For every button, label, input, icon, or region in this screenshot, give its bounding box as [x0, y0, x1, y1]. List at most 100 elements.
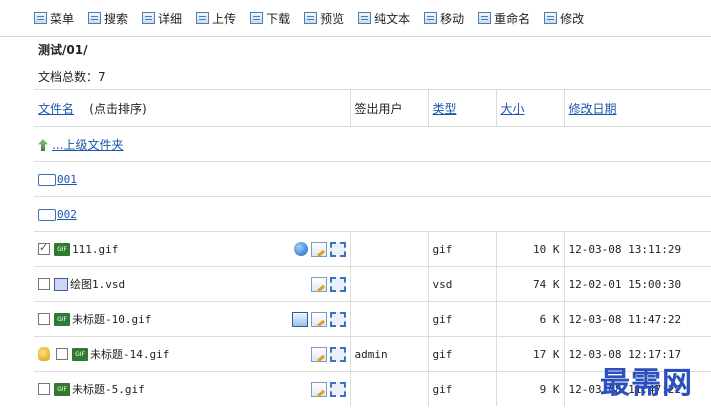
toolbar-button-label: 纯文本 — [374, 11, 411, 26]
file-name[interactable]: 绘图1.vsd — [70, 276, 125, 292]
modified-column-header: 修改日期 — [564, 89, 711, 127]
toolbar-button-label: 移动 — [440, 11, 465, 26]
search-icon — [88, 12, 102, 24]
toolbar-button-label: 详细 — [158, 11, 183, 26]
toolbar-button-label: 上传 — [212, 11, 237, 26]
sort-by-date-link[interactable]: 修改日期 — [569, 102, 617, 116]
file-select-checkbox[interactable] — [38, 241, 50, 255]
file-type: vsd — [428, 266, 497, 302]
folder-icon — [38, 173, 56, 186]
modified-date: 12-02-01 15:00:30 — [564, 266, 711, 302]
file-type: gif — [428, 231, 497, 267]
file-type: gif — [428, 336, 497, 372]
gif-file-icon: GIF — [54, 312, 70, 326]
watermark: 最需网 — [600, 366, 693, 401]
file-name[interactable]: 111.gif — [72, 243, 118, 256]
modified-date: 12-03-08 11:47:22 — [564, 301, 711, 337]
checkout-user — [350, 266, 429, 302]
file-row: GIF 未标题-10.gif gif 6 K 12-03-08 11:47:22 — [34, 301, 711, 337]
menu-icon — [34, 12, 47, 24]
edit-file-icon[interactable] — [310, 311, 327, 327]
toolbar-menu-button[interactable]: 菜单 — [34, 10, 74, 27]
file-row: 绘图1.vsd vsd 74 K 12-02-01 15:00:30 — [34, 266, 711, 302]
table-header: 文件名 (点击排序) 签出用户 类型 大小 修改日期 — [34, 89, 711, 127]
toolbar-button-label: 菜单 — [50, 11, 75, 26]
rename-icon — [478, 12, 492, 24]
folder-link[interactable]: 002 — [57, 208, 77, 221]
toolbar: 菜单 搜索 详细 上传 下载 预览 纯文本 移动 重命名 修改 — [0, 0, 711, 37]
properties-icon[interactable] — [329, 381, 346, 397]
file-size: 6 K — [496, 301, 565, 337]
toolbar-details-button[interactable]: 详细 — [142, 10, 182, 27]
upload-icon — [196, 12, 210, 24]
file-size: 9 K — [496, 371, 565, 406]
toolbar-search-button[interactable]: 搜索 — [88, 10, 128, 27]
folder-icon — [38, 208, 56, 221]
properties-icon[interactable] — [329, 241, 346, 257]
toolbar-button-label: 下载 — [266, 11, 291, 26]
file-select-checkbox[interactable] — [38, 383, 50, 395]
toolbar-rename-button[interactable]: 重命名 — [478, 10, 530, 27]
properties-icon[interactable] — [329, 311, 346, 327]
document-info-icon[interactable] — [291, 311, 308, 327]
sort-by-size-link[interactable]: 大小 — [501, 102, 525, 116]
visio-file-icon — [54, 277, 68, 291]
web-preview-icon[interactable] — [293, 242, 308, 256]
properties-icon[interactable] — [329, 346, 346, 362]
toolbar-plain-text-button[interactable]: 纯文本 — [358, 10, 410, 27]
file-name[interactable]: 未标题-5.gif — [72, 381, 145, 397]
size-column-header: 大小 — [496, 89, 565, 127]
edit-icon — [544, 12, 558, 24]
checkout-user — [350, 231, 429, 267]
edit-file-icon[interactable] — [310, 346, 327, 362]
details-icon — [142, 12, 156, 24]
file-select-checkbox[interactable] — [38, 313, 50, 325]
up-arrow-icon — [38, 139, 48, 151]
download-icon — [250, 12, 264, 24]
edit-file-icon[interactable] — [310, 241, 327, 257]
toolbar-download-button[interactable]: 下载 — [250, 10, 290, 27]
type-column-header: 类型 — [428, 89, 497, 127]
checkout-user — [350, 301, 429, 337]
sort-by-type-link[interactable]: 类型 — [433, 102, 457, 116]
checkout-user — [350, 371, 429, 406]
file-size: 74 K — [496, 266, 565, 302]
parent-folder-link[interactable]: ...上级文件夹 — [52, 138, 123, 152]
gif-file-icon: GIF — [54, 242, 70, 256]
edit-file-icon[interactable] — [310, 381, 327, 397]
move-icon — [424, 12, 438, 24]
sort-hint: (点击排序) — [89, 101, 147, 116]
filename-column-header: 文件名 (点击排序) — [34, 89, 351, 127]
file-select-checkbox[interactable] — [38, 278, 50, 290]
folder-link[interactable]: 001 — [57, 173, 77, 186]
file-size: 10 K — [496, 231, 565, 267]
preview-icon — [304, 12, 318, 24]
file-name[interactable]: 未标题-14.gif — [90, 346, 169, 362]
toolbar-button-label: 重命名 — [494, 11, 531, 26]
checkout-user: admin — [350, 336, 429, 372]
properties-icon[interactable] — [329, 276, 346, 292]
folder-row: 001 — [34, 161, 711, 197]
parent-folder-row: ...上级文件夹 — [34, 126, 711, 162]
file-type: gif — [428, 371, 497, 406]
file-size: 17 K — [496, 336, 565, 372]
document-count: 文档总数：7 — [38, 70, 106, 84]
file-type: gif — [428, 301, 497, 337]
toolbar-button-label: 修改 — [560, 11, 585, 26]
plain-text-icon — [358, 12, 372, 24]
file-select-checkbox[interactable] — [56, 348, 68, 360]
lock-icon — [38, 347, 50, 361]
toolbar-preview-button[interactable]: 预览 — [304, 10, 344, 27]
toolbar-edit-button[interactable]: 修改 — [544, 10, 584, 27]
checkout-user-column-header: 签出用户 — [350, 89, 429, 127]
edit-file-icon[interactable] — [310, 276, 327, 292]
toolbar-move-button[interactable]: 移动 — [424, 10, 464, 27]
sort-by-filename-link[interactable]: 文件名 — [38, 102, 74, 116]
folder-row: 002 — [34, 196, 711, 232]
gif-file-icon: GIF — [54, 382, 70, 396]
toolbar-upload-button[interactable]: 上传 — [196, 10, 236, 27]
file-name[interactable]: 未标题-10.gif — [72, 311, 151, 327]
gif-file-icon: GIF — [72, 347, 88, 361]
file-row: GIF111.gif gif10 K12-03-08 13:11:29 — [34, 231, 711, 267]
toolbar-button-label: 预览 — [320, 11, 345, 26]
